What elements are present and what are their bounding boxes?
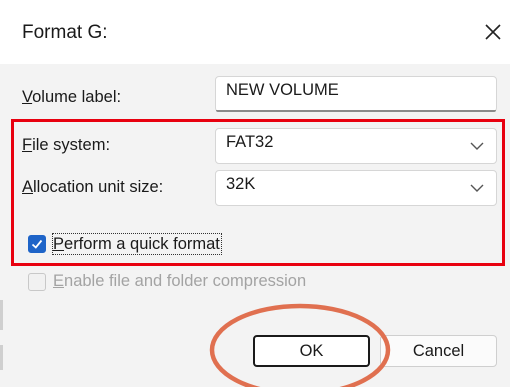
allocation-size-value: 32K: [226, 175, 256, 193]
close-icon: [485, 24, 501, 40]
checkmark-icon: [31, 239, 43, 249]
chevron-down-icon: [470, 184, 484, 192]
file-system-label: File system:: [22, 136, 111, 154]
quick-format-checkbox[interactable]: [28, 235, 46, 253]
cancel-button[interactable]: Cancel: [380, 335, 497, 367]
allocation-size-dropdown[interactable]: 32K: [215, 170, 497, 206]
chevron-down-icon: [470, 142, 484, 150]
compression-checkbox[interactable]: [28, 273, 46, 291]
file-system-value: FAT32: [226, 133, 274, 151]
ok-button[interactable]: OK: [253, 335, 370, 367]
background-window-edge: [0, 345, 3, 370]
volume-label-value: NEW VOLUME: [226, 81, 339, 99]
close-button[interactable]: [478, 16, 508, 48]
background-window-edge: [0, 300, 3, 330]
quick-format-label[interactable]: Perform a quick format: [53, 235, 220, 254]
volume-label-label: Volume label:: [22, 88, 122, 106]
window-title: Format G:: [22, 22, 108, 43]
input-underline: [216, 110, 496, 112]
compression-label: Enable file and folder compression: [53, 272, 307, 290]
volume-label-input[interactable]: NEW VOLUME: [215, 76, 497, 112]
allocation-size-label: Allocation unit size:: [22, 178, 164, 196]
title-bar: Format G:: [0, 0, 510, 64]
file-system-dropdown[interactable]: FAT32: [215, 128, 497, 164]
